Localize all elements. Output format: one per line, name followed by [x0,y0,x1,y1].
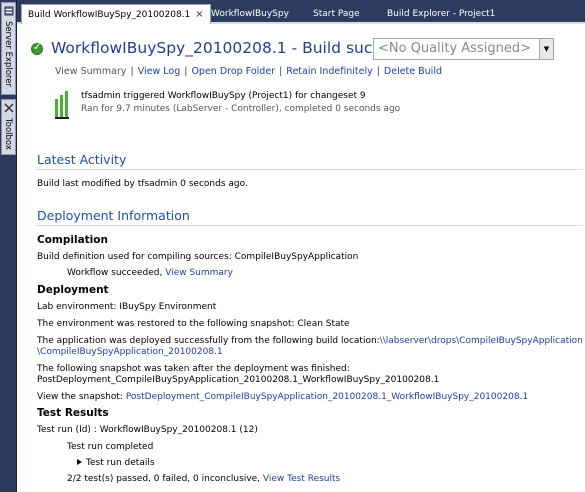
delete-build-link[interactable]: Delete Build [384,66,442,77]
view-log-link[interactable]: View Log [138,66,181,77]
compilation-heading: Compilation [37,234,108,246]
separator: | [279,66,283,77]
server-explorer-tab[interactable]: Server Explorer [1,2,16,95]
triggered-by-text: tfsadmin triggered WorkflowIBuySpy (Proj… [81,91,366,101]
deployed-location: The application was deployed successfull… [37,336,583,346]
view-summary-link[interactable]: View Summary [55,66,126,77]
retain-indefinitely-link[interactable]: Retain Indefinitely [286,66,372,77]
build-location-link-continued: \CompileIBuySpyApplication_20100208.1 [37,347,223,357]
latest-activity-heading: Latest Activity [37,152,127,167]
test-run-id-text: Test run (Id) : WorkflowIBuySpy_20100208… [37,425,258,435]
test-run-details-label: Test run details [86,458,155,468]
separator: | [184,66,188,77]
expand-arrow-icon [77,459,82,465]
section-divider [35,169,583,170]
tool-window-bar: Server Explorer Toolbox [0,0,17,492]
snapshot-name-text: PostDeployment_CompileIBuySpyApplication… [37,375,440,385]
server-explorer-icon [4,6,14,16]
tab-start-page[interactable]: Start Page [307,5,366,23]
restored-snapshot-text: The environment was restored to the foll… [37,319,350,329]
test-results-heading: Test Results [37,407,109,419]
server-explorer-label: Server Explorer [3,21,13,87]
tab-label: Build Explorer - Project1 [387,9,496,19]
build-details-page: WorkflowIBuySpy_20100208.1 - Build succe… [17,24,585,492]
run-duration-text: Ran for 9.7 minutes (LabServer - Control… [81,104,401,114]
workflow-status-text: Workflow succeeded, [67,268,163,278]
document-tab-strip: Build WorkflowIBuySpy_20100208.1 × Workfl… [17,0,585,24]
separator: | [376,66,380,77]
separator: | [130,66,134,77]
tab-label: Build WorkflowIBuySpy_20100208.1 [28,10,191,20]
deployment-heading: Deployment [37,284,109,296]
build-quality-dropdown[interactable]: <No Quality Assigned> ▼ [373,38,554,60]
view-snapshot: View the snapshot: PostDeployment_Compil… [37,392,528,402]
build-definition-text: Build definition used for compiling sour… [37,252,359,262]
chevron-down-icon[interactable]: ▼ [539,39,553,59]
build-quality-value: <No Quality Assigned> [378,41,531,56]
build-actions-bar: View Summary | View Log | Open Drop Folder | R… [55,66,442,77]
test-summary-text: 2/2 test(s) passed, 0 failed, 0 inconclu… [67,474,261,484]
tab-label: Start Page [313,9,360,19]
tab-label: WorkflowIBuySpy [211,9,289,19]
latest-activity-text: Build last modified by tfsadmin 0 second… [37,179,248,189]
build-location-link[interactable]: \\labserver\drops\CompileIBuySpyApplicat… [380,336,583,346]
view-snapshot-text: View the snapshot: [37,392,123,402]
open-drop-folder-link[interactable]: Open Drop Folder [191,66,275,77]
section-divider [35,225,583,226]
build-header: WorkflowIBuySpy_20100208.1 - Build succe… [31,38,571,62]
view-test-results-link[interactable]: View Test Results [263,474,340,484]
deployment-info-heading: Deployment Information [37,208,190,223]
snapshot-taken-text: The following snapshot was taken after t… [37,364,350,374]
lab-environment-text: Lab environment: IBuySpy Environment [37,302,217,312]
toolbox-tab[interactable]: Toolbox [1,99,16,155]
toolbox-label: Toolbox [3,118,13,150]
close-icon[interactable]: × [195,9,203,20]
tab-workflowibuyspy[interactable]: WorkflowIBuySpy [205,5,295,23]
tab-build-workflowibuyspy[interactable]: Build WorkflowIBuySpy_20100208.1 × [21,4,211,24]
view-snapshot-link[interactable]: PostDeployment_CompileIBuySpyApplication… [126,392,528,402]
build-location-link-part2[interactable]: \CompileIBuySpyApplication_20100208.1 [37,347,223,357]
workflow-status: Workflow succeeded, View Summary [67,268,233,278]
workflow-view-summary-link[interactable]: View Summary [165,268,233,278]
toolbox-icon [4,103,14,113]
build-history-bars-icon [55,91,69,119]
tab-build-explorer[interactable]: Build Explorer - Project1 [381,5,501,23]
test-run-details-expander[interactable]: Test run details [77,458,155,468]
test-run-completed-text: Test run completed [67,442,154,452]
build-succeeded-icon [31,42,43,55]
deployed-location-text: The application was deployed successfull… [37,336,380,346]
test-summary: 2/2 test(s) passed, 0 failed, 0 inconclu… [67,474,340,484]
